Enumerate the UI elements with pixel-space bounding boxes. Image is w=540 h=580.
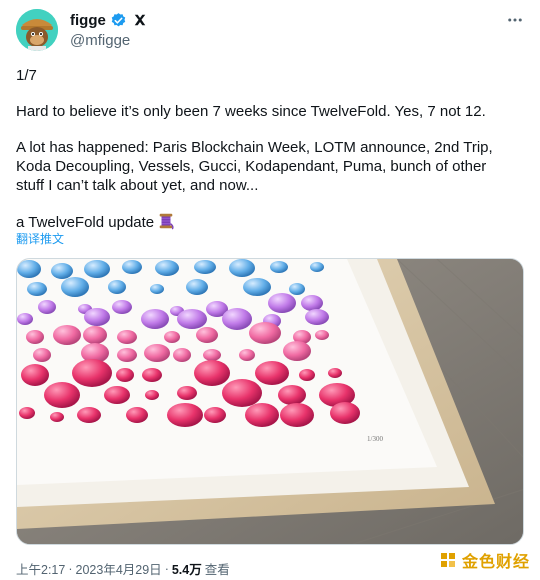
watermark: 金色财经: [438, 548, 530, 572]
tweet-header: figge @mfigge: [16, 8, 526, 56]
handle[interactable]: @mfigge: [70, 32, 130, 49]
tweet-line: stuff I can’t talk about yet, and now...: [16, 177, 259, 194]
tweet-time[interactable]: 上午2:17: [16, 559, 65, 578]
views-label: 查看: [204, 563, 230, 577]
verified-badge-icon: [111, 12, 126, 26]
translate-tweet-link[interactable]: 翻译推文: [16, 230, 64, 247]
more-options-icon[interactable]: [504, 10, 526, 30]
tweet-meta: 上午2:17 · 2023年4月29日 · 5.4万 查看: [16, 559, 230, 578]
tweet-media-image[interactable]: 1/300: [16, 258, 524, 545]
display-name[interactable]: figge: [70, 12, 106, 29]
avatar[interactable]: [16, 9, 58, 51]
meta-separator: ·: [164, 561, 169, 576]
tweet-line: a TwelveFold update: [16, 214, 155, 231]
tweet-line: Hard to believe it’s only been 7 weeks s…: [16, 103, 486, 120]
tweet-counter: 1/7: [16, 67, 37, 84]
thread-spool-emoji-icon: [159, 213, 174, 230]
views-count: 5.4万: [171, 563, 202, 577]
tweet-date[interactable]: 2023年4月29日: [76, 559, 162, 578]
tweet-line: A lot has happened: Paris Blockchain Wee…: [16, 139, 493, 156]
svg-text:1/300: 1/300: [367, 435, 383, 443]
watermark-logo-icon: [440, 553, 455, 567]
avatar-ape-image: [16, 9, 58, 51]
tweet-last-line: a TwelveFold update: [16, 212, 524, 232]
meta-separator: ·: [68, 561, 73, 576]
affiliate-badge-icon: [134, 14, 146, 26]
watermark-text: 金色财经: [461, 554, 530, 571]
tweet-line: Koda Decoupling, Vessels, Gucci, Kodapen…: [16, 158, 487, 175]
artwork-photo: 1/300: [17, 259, 523, 544]
